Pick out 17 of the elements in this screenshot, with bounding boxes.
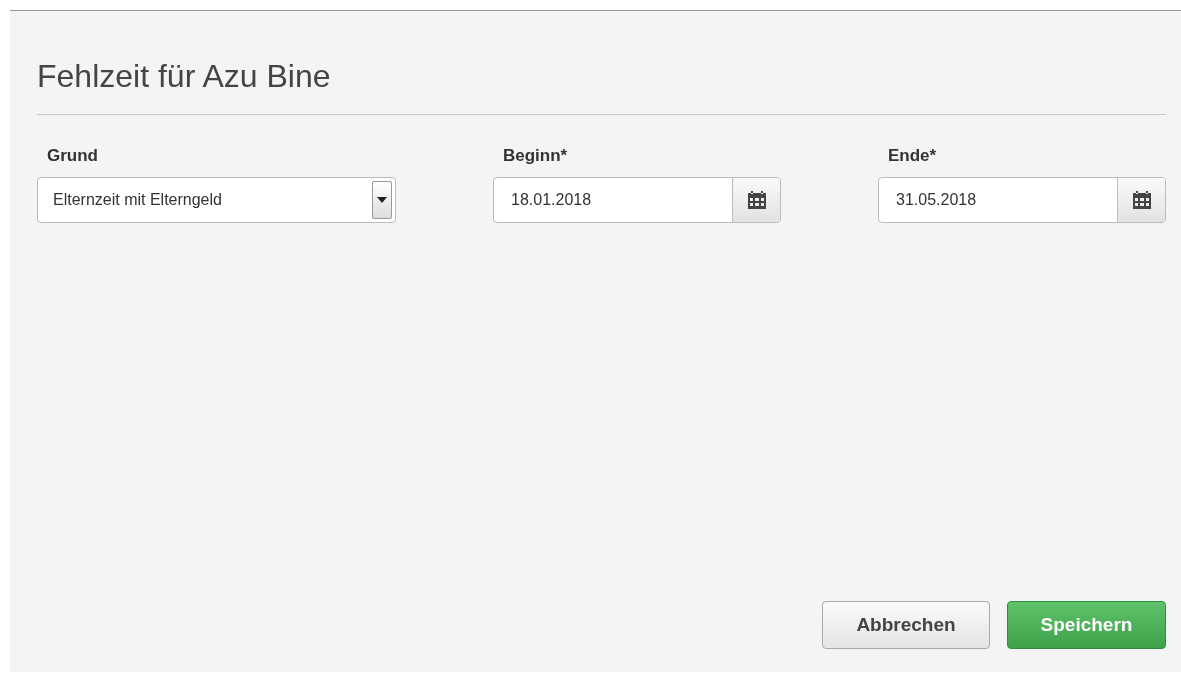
dropdown-value: Elternzeit mit Elterngeld — [53, 191, 222, 209]
calendar-icon — [746, 190, 767, 210]
date-value: 18.01.2018 — [511, 191, 592, 209]
dialog-title: Fehlzeit für Azu Bine — [37, 11, 1166, 115]
cancel-button[interactable]: Abbrechen — [822, 601, 990, 649]
field-label: Beginn* — [502, 145, 569, 167]
calendar-icon — [1131, 190, 1152, 210]
date-field[interactable]: 31.05.2018 — [878, 177, 1166, 223]
field-label: Ende* — [887, 145, 938, 167]
calendar-button[interactable] — [732, 178, 780, 222]
field-label: Grund — [46, 145, 99, 167]
caret-icon — [377, 197, 387, 203]
date-field[interactable]: 18.01.2018 — [493, 177, 781, 223]
reason-dropdown[interactable]: Elternzeit mit Elterngeld — [37, 177, 396, 223]
dropdown-button[interactable] — [372, 181, 392, 219]
date-value: 31.05.2018 — [896, 191, 977, 209]
calendar-button[interactable] — [1117, 178, 1165, 222]
